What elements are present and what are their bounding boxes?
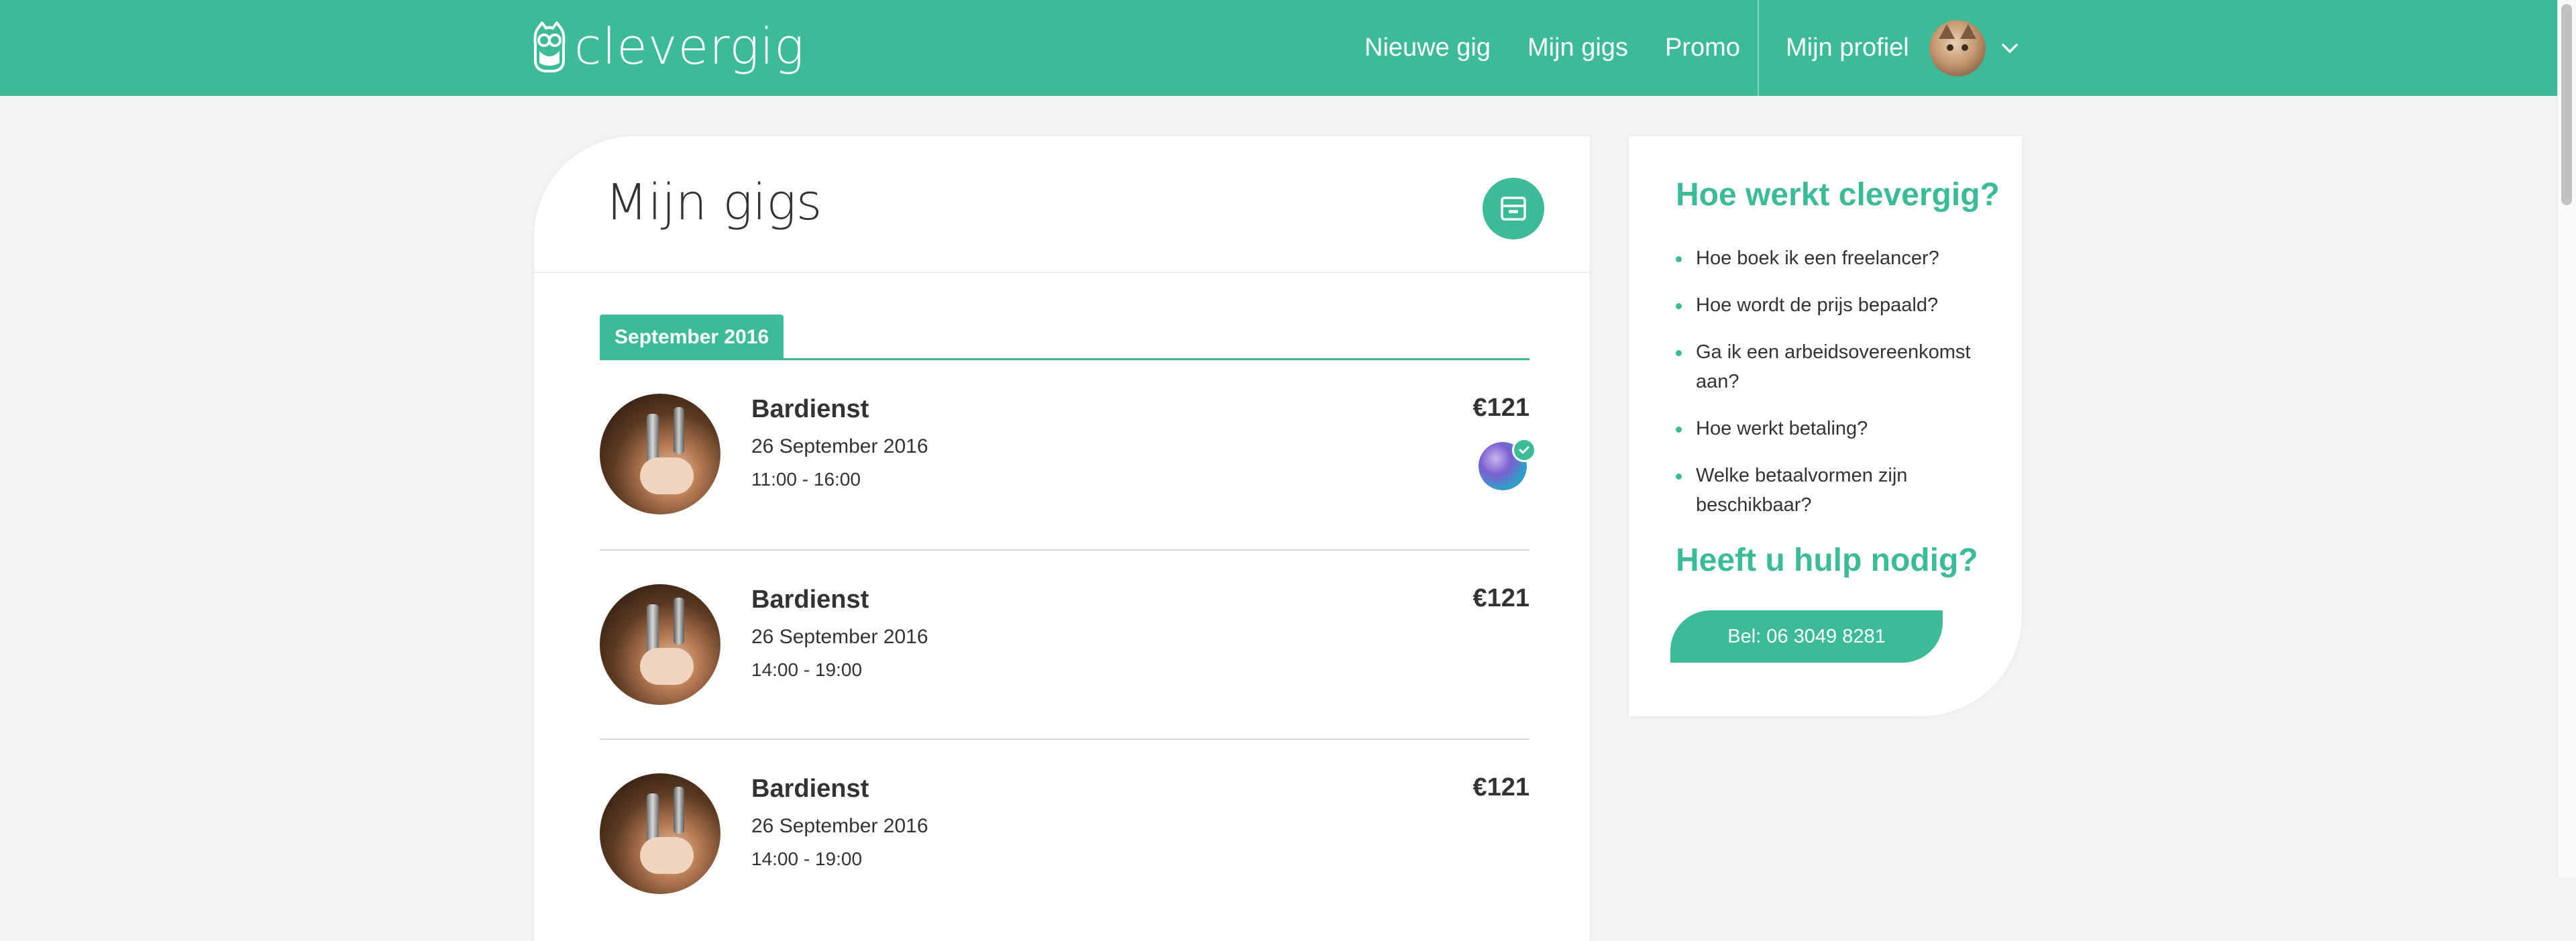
faq-link-prijs[interactable]: Hoe wordt de prijs bepaald? — [1676, 290, 1991, 320]
page-title: Mijn gigs — [605, 174, 822, 231]
avatar — [1929, 19, 1986, 76]
archive-button[interactable] — [1483, 178, 1544, 239]
faq-link-betaalvormen[interactable]: Welke betaalvormen zijn beschikbaar? — [1676, 461, 1991, 520]
gig-price: €121 — [1472, 394, 1529, 422]
gig-row[interactable]: Bardienst 26 September 2016 14:00 - 19:0… — [600, 549, 1529, 738]
gig-photo — [600, 394, 720, 514]
gig-date: 26 September 2016 — [751, 435, 928, 457]
nav-promo[interactable]: Promo — [1665, 34, 1740, 62]
month-tab[interactable]: September 2016 — [600, 315, 784, 360]
faq-link-arbeidsovereenkomst[interactable]: Ga ik een arbeidsovereenkomst aan? — [1676, 337, 1991, 396]
gig-photo — [600, 584, 720, 705]
gig-date: 26 September 2016 — [751, 815, 928, 837]
logo-wordmark: clevergig — [574, 18, 805, 76]
gig-title: Bardienst — [751, 395, 869, 423]
gig-date: 26 September 2016 — [751, 626, 928, 648]
checkmark-icon — [1512, 438, 1536, 462]
faq-link-boek-freelancer[interactable]: Hoe boek ik een freelancer? — [1676, 243, 1991, 273]
month-header: September 2016 — [600, 312, 1529, 360]
sidebar-title: Hoe werkt clevergig? — [1676, 177, 2000, 213]
main-nav: Nieuwe gig Mijn gigs Promo — [1364, 0, 1777, 96]
call-button[interactable]: Bel: 06 3049 8281 — [1670, 610, 1943, 663]
gig-time: 11:00 - 16:00 — [751, 469, 861, 490]
gig-title: Bardienst — [751, 775, 869, 803]
archive-box-icon — [1501, 197, 1526, 221]
help-sidebar: Hoe werkt clevergig? Hoe boek ik een fre… — [1629, 136, 2022, 716]
faq-list: Hoe boek ik een freelancer? Hoe wordt de… — [1676, 243, 1991, 537]
gig-title: Bardienst — [751, 586, 869, 614]
help-title: Heeft u hulp nodig? — [1676, 543, 1978, 578]
my-gigs-card: Mijn gigs September 2016 Bardienst 26 Se… — [534, 136, 1590, 941]
chevron-down-icon[interactable] — [2000, 39, 2019, 58]
top-navigation-bar: clevergig Nieuwe gig Mijn gigs Promo Mij… — [0, 0, 2557, 96]
nav-divider — [1758, 0, 1759, 96]
gig-price: €121 — [1472, 584, 1529, 612]
gig-time: 14:00 - 19:00 — [751, 659, 863, 680]
profile-label: Mijn profiel — [1786, 34, 1909, 62]
scrollbar-thumb[interactable] — [2561, 4, 2572, 205]
faq-link-betaling[interactable]: Hoe werkt betaling? — [1676, 414, 1991, 443]
gig-price: €121 — [1472, 773, 1529, 801]
gig-row[interactable]: Bardienst 26 September 2016 11:00 - 16:0… — [600, 360, 1536, 549]
freelancer-avatar[interactable] — [1479, 438, 1536, 490]
gig-time: 14:00 - 19:00 — [751, 848, 863, 869]
owl-logo-icon — [533, 21, 566, 72]
nav-mijn-gigs[interactable]: Mijn gigs — [1527, 34, 1628, 62]
nav-nieuwe-gig[interactable]: Nieuwe gig — [1364, 34, 1491, 62]
card-header: Mijn gigs — [534, 136, 1590, 273]
profile-menu[interactable]: Mijn profiel — [1786, 0, 2019, 96]
gig-photo — [600, 773, 720, 894]
gig-row[interactable]: Bardienst 26 September 2016 14:00 - 19:0… — [600, 738, 1529, 928]
clevergig-logo[interactable]: clevergig — [533, 20, 805, 74]
